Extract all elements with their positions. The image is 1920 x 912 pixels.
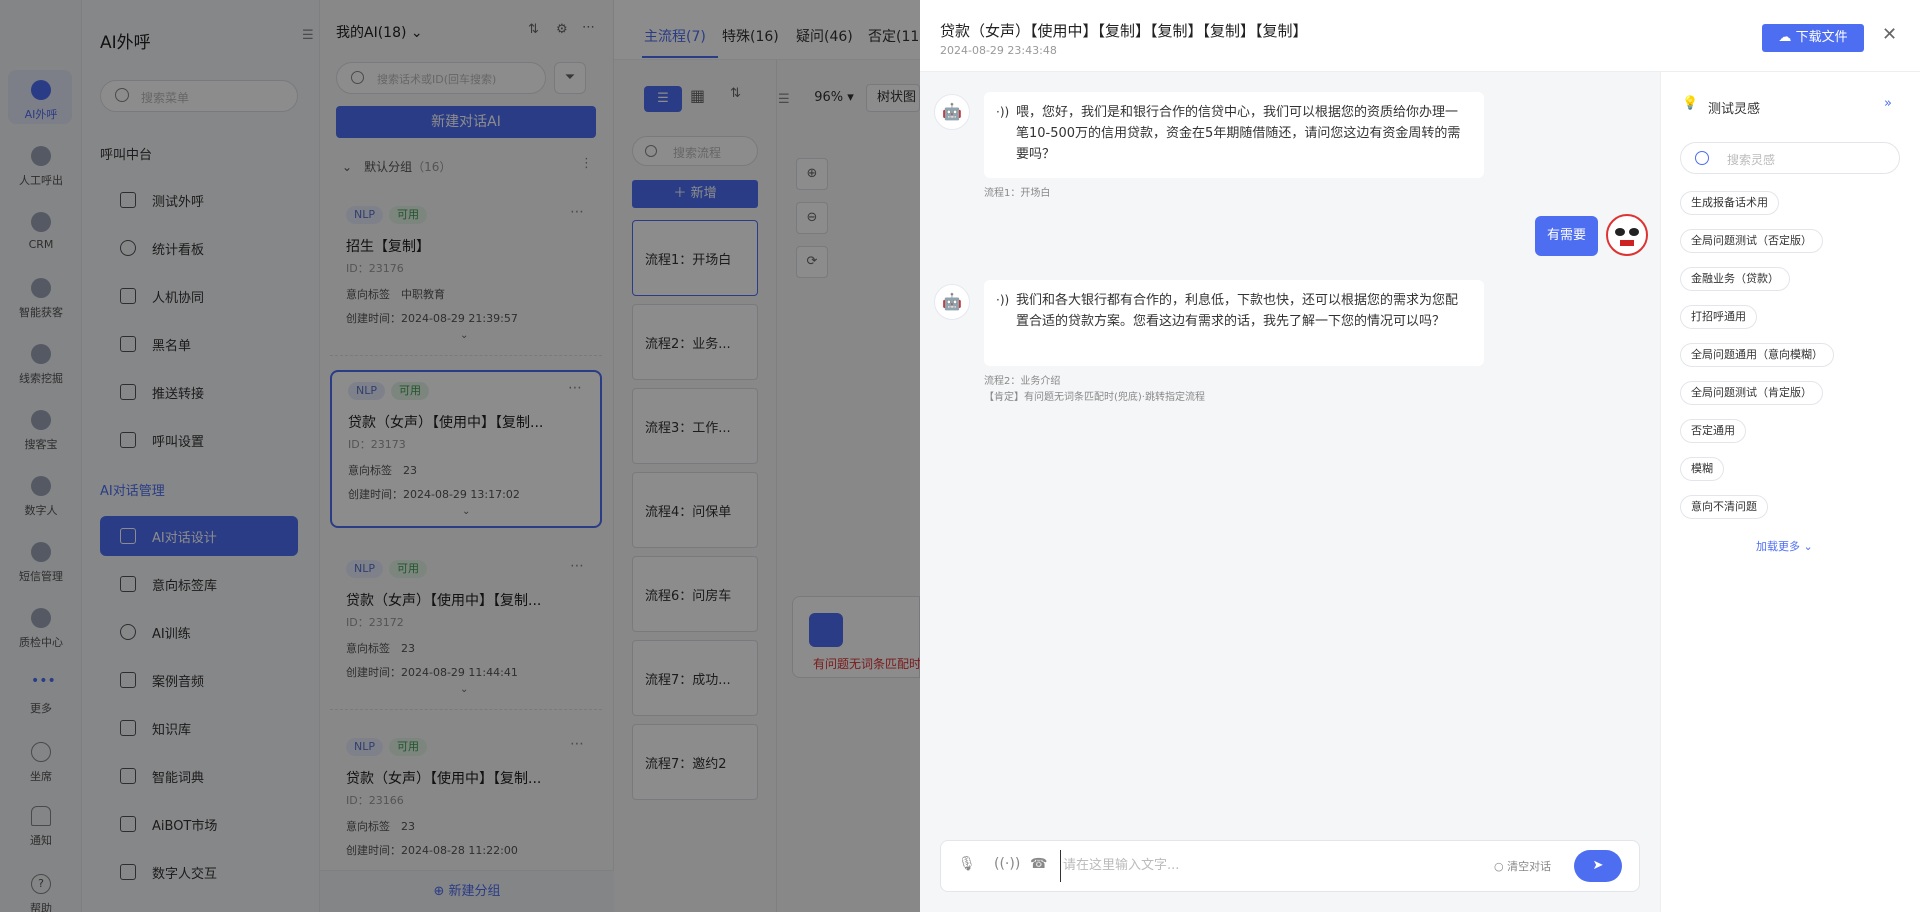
drawer-title: 贷款（女声）【使用中】【复制】【复制】【复制】【复制】 [940,22,1308,40]
search-icon [1695,151,1709,165]
inspiration-chip[interactable]: 全局问题测试（否定版） [1680,229,1823,253]
bot-avatar: 🤖 [934,284,970,320]
send-icon: ➤ [1592,858,1604,873]
modal-overlay[interactable] [0,0,920,912]
lightbulb-icon: 💡 [1682,96,1699,111]
message-flow-label: 流程2：业务介绍 [984,376,1061,387]
chat-text-input[interactable]: 请在这里输入文字... [1060,850,1480,882]
inspiration-chip[interactable]: 生成报备话术用 [1680,191,1779,215]
refresh-icon: ○ [1494,860,1504,873]
speaker-icon[interactable]: ·)) [996,102,1009,123]
speaker-icon[interactable]: ·)) [996,290,1009,311]
collapse-panel-icon[interactable]: » [1884,96,1892,111]
message-flow-label: 流程1：开场白 [984,188,1051,199]
user-message: 有需要 [1535,216,1599,256]
inspiration-chip[interactable]: 打招呼通用 [1680,305,1757,329]
chevron-down-icon: ⌄ [1803,540,1813,553]
inspiration-chip[interactable]: 模糊 [1680,457,1724,481]
user-avatar [1606,214,1648,256]
mute-mic-icon[interactable]: 🎙 [958,856,976,872]
drawer-subtitle: 2024-08-29 23:43:48 [940,44,1057,57]
panda-avatar-icon [1609,217,1645,253]
inspiration-chip[interactable]: 否定通用 [1680,419,1746,443]
inspiration-chip[interactable]: 意向不清问题 [1680,495,1768,519]
inspiration-title: 测试灵感 [1708,102,1761,117]
bot-message: ·)) 喂，您好，我们是和银行合作的信贷中心，我们可以根据您的资质给你办理一笔1… [984,92,1484,178]
inspiration-search-input[interactable]: 搜索灵感 [1680,142,1900,174]
load-more-button[interactable]: 加载更多 ⌄ [1756,538,1813,554]
clear-chat-button[interactable]: ○ 清空对话 [1494,858,1551,874]
send-button[interactable]: ➤ [1574,850,1622,882]
inspiration-chip[interactable]: 全局问题测试（肯定版） [1680,381,1823,405]
message-match-label: 【肯定】有问题无词条匹配时(兜底)·跳转指定流程 [984,392,1205,403]
inspiration-chip[interactable]: 全局问题通用（意向模糊） [1680,343,1834,367]
signal-icon[interactable]: ((·)) [994,856,1020,872]
inspiration-chip[interactable]: 金融业务（贷款） [1680,267,1790,291]
cloud-download-icon: ☁ [1778,30,1792,45]
close-icon[interactable]: ✕ [1882,24,1897,45]
download-file-button[interactable]: ☁ 下载文件 [1762,24,1864,52]
hangup-icon[interactable]: ☎ [1030,856,1047,872]
bot-avatar: 🤖 [934,94,970,130]
bot-message: ·)) 我们和各大银行都有合作的，利息低，下款也快，还可以根据您的需求为您配置合… [984,280,1484,366]
